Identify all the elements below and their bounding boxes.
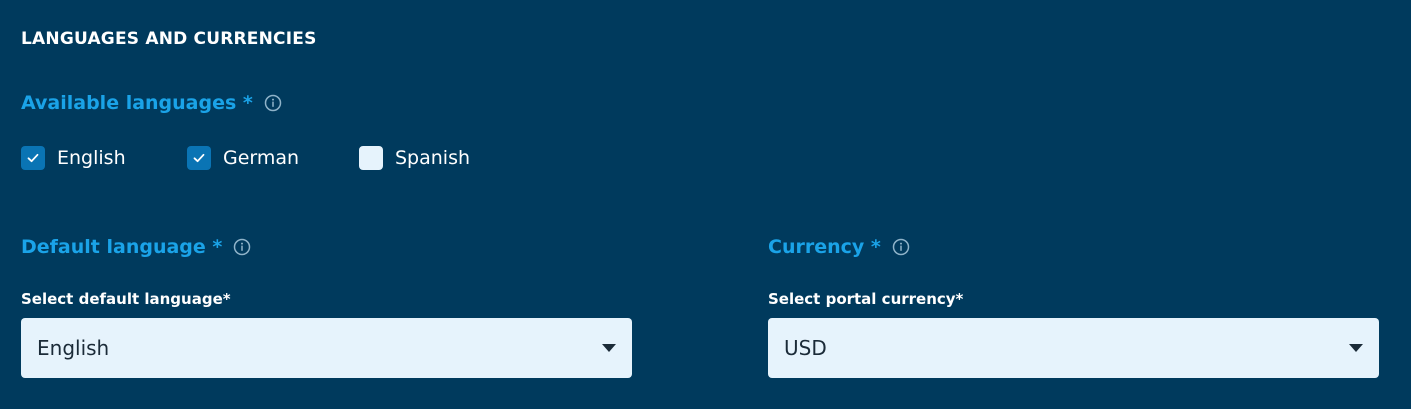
default-language-field-label: Select default language* <box>21 290 231 308</box>
checkbox-english-box[interactable] <box>21 146 45 170</box>
caret-down-icon <box>602 344 616 352</box>
currency-field-label: Select portal currency* <box>768 290 964 308</box>
checkbox-english[interactable]: English <box>21 146 187 170</box>
check-icon <box>193 153 205 163</box>
info-icon[interactable] <box>264 94 282 112</box>
currency-select[interactable]: USD <box>768 318 1379 378</box>
checkbox-spanish-label: Spanish <box>395 147 471 169</box>
info-icon[interactable] <box>892 238 910 256</box>
available-languages-label-group: Available languages * <box>21 92 282 114</box>
checkbox-english-label: English <box>57 147 126 169</box>
currency-label: Currency * <box>768 236 881 258</box>
checkbox-german-box[interactable] <box>187 146 211 170</box>
available-languages-checkboxes: English German Spanish <box>21 146 470 170</box>
default-language-select[interactable]: English <box>21 318 632 378</box>
default-language-value: English <box>37 336 110 360</box>
currency-value: USD <box>784 336 827 360</box>
checkbox-spanish[interactable]: Spanish <box>359 146 470 170</box>
caret-down-icon <box>1349 344 1363 352</box>
check-icon <box>27 153 39 163</box>
checkbox-spanish-box[interactable] <box>359 146 383 170</box>
checkbox-german[interactable]: German <box>187 146 359 170</box>
section-title: LANGUAGES AND CURRENCIES <box>21 29 317 49</box>
info-icon[interactable] <box>233 238 251 256</box>
default-language-label: Default language * <box>21 236 223 258</box>
available-languages-label: Available languages * <box>21 92 253 114</box>
currency-label-group: Currency * <box>768 236 910 258</box>
default-language-label-group: Default language * <box>21 236 251 258</box>
checkbox-german-label: German <box>223 147 300 169</box>
